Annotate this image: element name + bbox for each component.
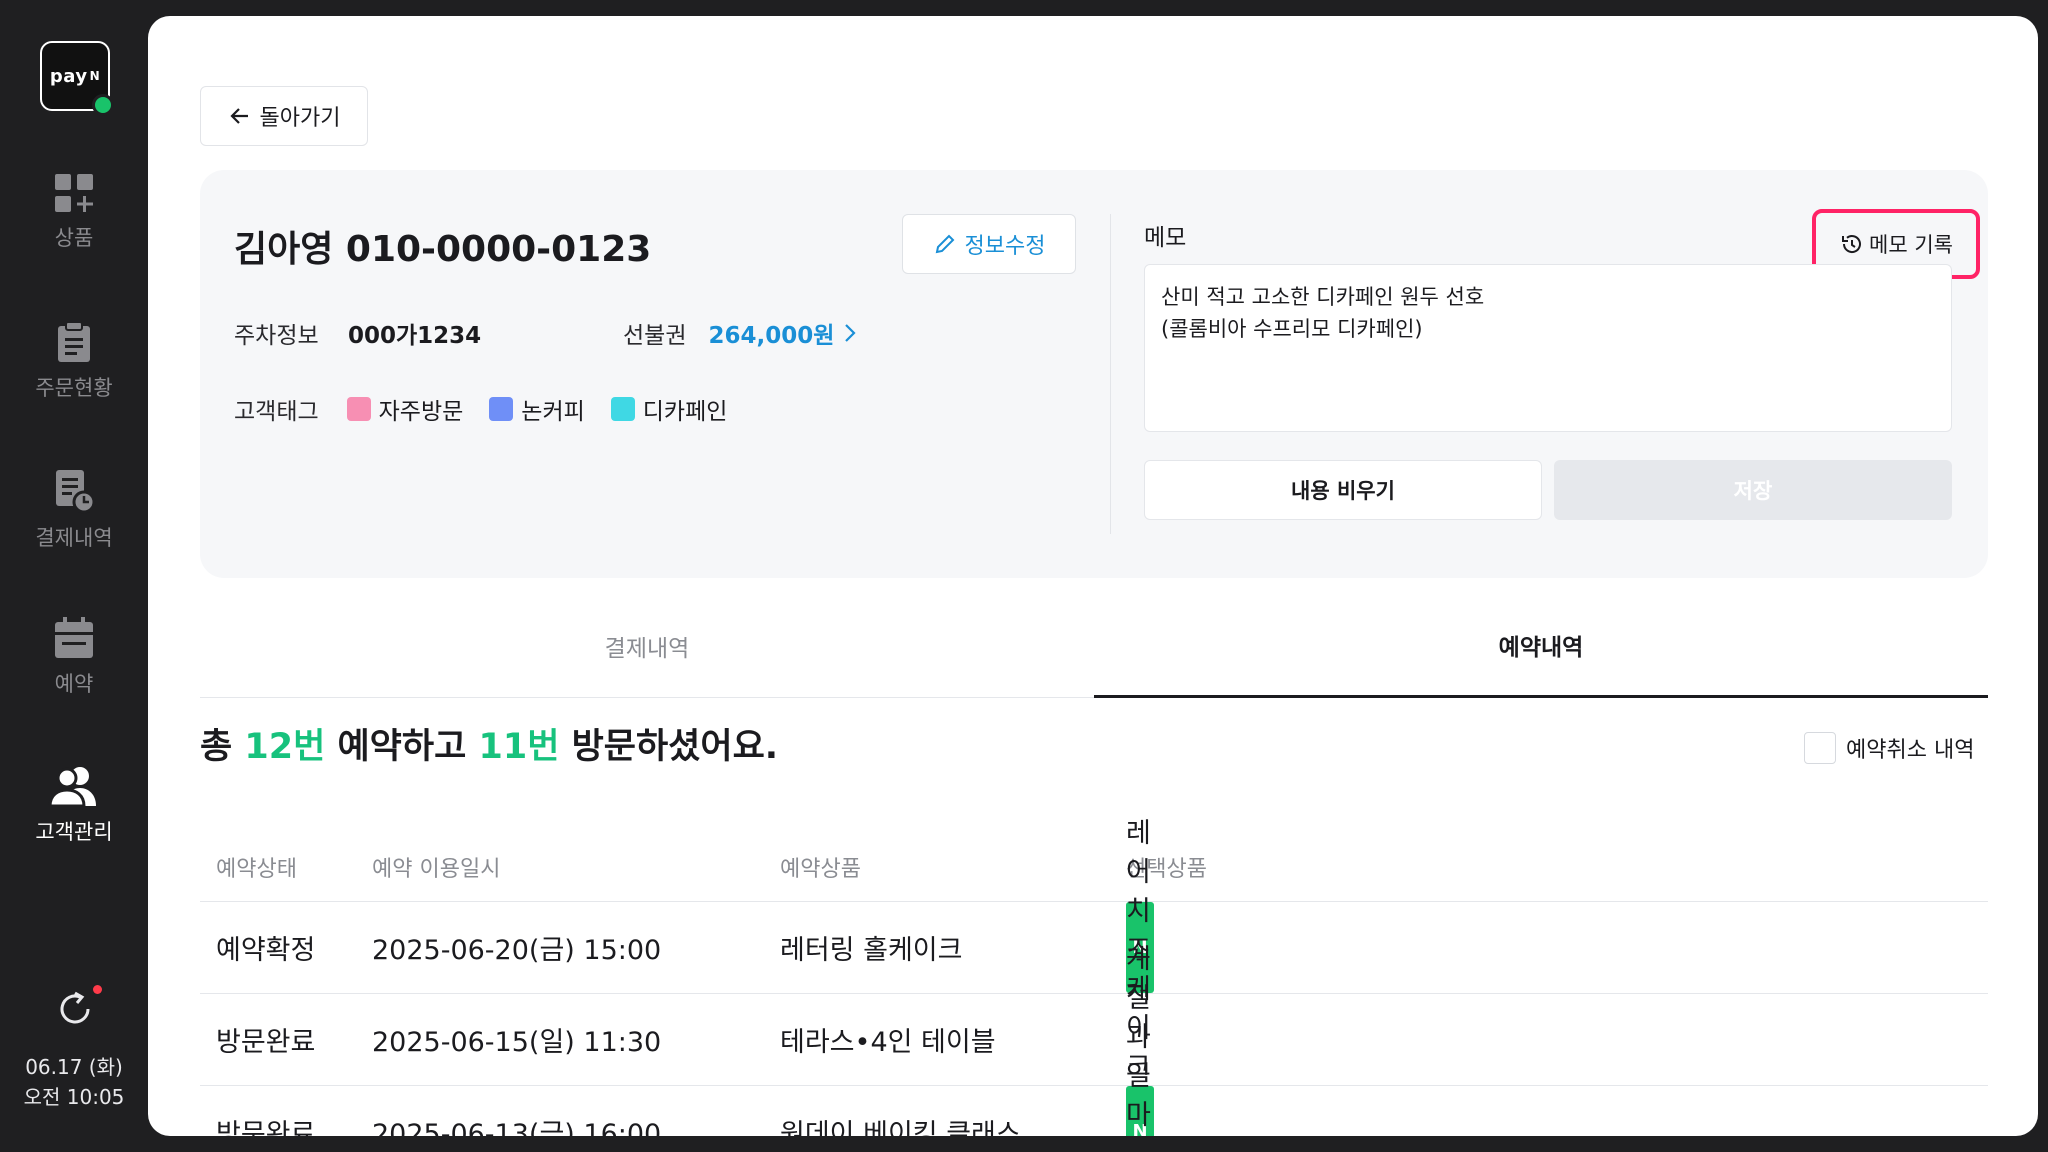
summary-middle: 예약하고 bbox=[337, 727, 467, 767]
reservation-summary: 총 12번 예약하고 11번 방문하셨어요. bbox=[200, 718, 778, 769]
table-row[interactable]: 방문완료 2025-06-13(금) 16:00 원데이 베이킹 클래스 N 계… bbox=[200, 944, 1988, 1136]
tag-label: 자주방문 bbox=[378, 399, 464, 425]
refresh-icon[interactable] bbox=[56, 990, 94, 1028]
row-datetime: 2025-06-13(금) 16:00 bbox=[372, 1119, 662, 1136]
edit-info-label: 정보수정 bbox=[964, 234, 1046, 259]
sidebar-item-label: 예약 bbox=[54, 672, 94, 696]
tag-color-swatch bbox=[346, 397, 371, 421]
chevron-right-icon bbox=[845, 324, 856, 342]
parking-label: 주차정보 bbox=[234, 323, 319, 349]
grid-plus-icon bbox=[55, 174, 93, 212]
tag-item: 자주방문 bbox=[346, 392, 464, 426]
sidebar-item-label: 주문현황 bbox=[35, 376, 113, 400]
voucher-value[interactable]: 264,000원 bbox=[708, 316, 834, 350]
current-datetime: 06.17 (화) 오전 10:05 bbox=[0, 1052, 148, 1112]
users-icon bbox=[48, 767, 96, 808]
memo-title: 메모 bbox=[1144, 225, 1187, 251]
back-button[interactable]: 돌아가기 bbox=[200, 86, 368, 146]
tag-color-swatch bbox=[610, 397, 635, 421]
tags-label: 고객태그 bbox=[234, 399, 319, 425]
row-status: 방문완료 bbox=[216, 1119, 316, 1136]
summary-visit-count: 11번 bbox=[478, 727, 560, 767]
customer-tags: 고객태그 자주방문 논커피 디카페인 bbox=[234, 392, 727, 426]
current-date: 06.17 (화) bbox=[25, 1055, 123, 1079]
row-datetime: 2025-06-15(일) 11:30 bbox=[372, 1027, 662, 1058]
sidebar-item-payments[interactable]: 결제내역 bbox=[0, 468, 148, 552]
column-header: 예약상태 bbox=[216, 856, 297, 882]
cancel-history-label: 예약취소 내역 bbox=[1846, 738, 1975, 763]
tag-item: 논커피 bbox=[489, 392, 585, 426]
sidebar-item-label: 결제내역 bbox=[35, 526, 113, 550]
table-row[interactable]: 방문완료 2025-06-15(일) 11:30 테라스•4인 테이블 bbox=[200, 994, 1988, 1086]
row-product: 테라스•4인 테이블 bbox=[780, 1027, 996, 1058]
parking-info: 주차정보 000가1234 bbox=[234, 316, 481, 350]
cancel-history-toggle[interactable]: 예약취소 내역 bbox=[1804, 732, 1974, 764]
voucher-info[interactable]: 선불권 264,000원 bbox=[623, 316, 858, 350]
voucher-label: 선불권 bbox=[623, 323, 687, 349]
row-datetime: 2025-06-20(금) 15:00 bbox=[372, 935, 662, 966]
customer-name-phone: 김아영 010-0000-0123 bbox=[234, 229, 652, 270]
row-status: 방문완료 bbox=[216, 1027, 316, 1058]
history-icon bbox=[1842, 235, 1862, 253]
row-option-label: 계절과일 마카롱 만들기 bbox=[1126, 944, 1151, 1131]
online-status-dot bbox=[92, 94, 114, 116]
edit-info-button[interactable]: 정보수정 bbox=[902, 214, 1076, 274]
row-status: 예약확정 bbox=[216, 935, 316, 966]
table-row[interactable]: 예약확정 2025-06-20(금) 15:00 레터링 홀케이크 N 레어치즈… bbox=[200, 818, 1988, 1083]
sidebar-item-customers[interactable]: 고객관리 bbox=[0, 764, 148, 846]
sidebar-item-label: 상품 bbox=[54, 226, 94, 250]
tab-reservation-history[interactable]: 예약내역 bbox=[1094, 594, 1988, 698]
logo-text: pay bbox=[49, 65, 88, 87]
summary-prefix: 총 bbox=[200, 727, 233, 767]
arrow-left-icon bbox=[229, 108, 248, 124]
customer-info-card: 김아영 010-0000-0123 정보수정 주차정보 000가1234 선불권… bbox=[200, 170, 1988, 578]
summary-reservation-count: 12번 bbox=[244, 727, 326, 767]
row-product: 레터링 홀케이크 bbox=[780, 935, 963, 966]
clipboard-icon bbox=[58, 321, 90, 362]
memo-history-label: 메모 기록 bbox=[1869, 233, 1953, 257]
table-header: 예약상태 예약 이용일시 예약상품 선택상품 bbox=[200, 832, 1988, 902]
sidebar-item-label: 고객관리 bbox=[35, 820, 113, 844]
memo-textarea[interactable]: 산미 적고 고소한 디카페인 원두 선호 (콜롬비아 수프리모 디카페인) bbox=[1144, 264, 1952, 432]
sidebar-item-products[interactable]: 상품 bbox=[0, 172, 148, 252]
parking-value: 000가1234 bbox=[347, 323, 482, 349]
back-label: 돌아가기 bbox=[259, 106, 341, 131]
clear-memo-button[interactable]: 내용 비우기 bbox=[1144, 460, 1542, 520]
pencil-icon bbox=[935, 234, 954, 254]
update-badge-dot bbox=[93, 985, 102, 994]
sidebar-item-reservations[interactable]: 예약 bbox=[0, 616, 148, 698]
tab-payment-history[interactable]: 결제내역 bbox=[200, 594, 1094, 698]
current-time: 오전 10:05 bbox=[23, 1085, 125, 1109]
summary-suffix: 방문하셨어요. bbox=[571, 727, 779, 767]
logo-text-n: N bbox=[89, 69, 101, 83]
sidebar-item-orders[interactable]: 주문현황 bbox=[0, 320, 148, 402]
card-divider bbox=[1110, 214, 1111, 534]
receipt-clock-icon bbox=[56, 470, 96, 514]
tag-label: 디카페인 bbox=[642, 399, 728, 425]
tag-label: 논커피 bbox=[521, 399, 585, 425]
calendar-icon bbox=[55, 617, 93, 658]
save-memo-button[interactable]: 저장 bbox=[1554, 460, 1952, 520]
tag-color-swatch bbox=[489, 397, 514, 421]
cancel-history-checkbox[interactable] bbox=[1804, 732, 1836, 764]
main-panel: 돌아가기 김아영 010-0000-0123 정보수정 주차정보 000가123… bbox=[148, 16, 2038, 1136]
row-product: 원데이 베이킹 클래스 bbox=[780, 1119, 1021, 1136]
tag-item: 디카페인 bbox=[610, 392, 728, 426]
sidebar: pay N 상품 주문현황 결제내역 예약 고객관리 06.17 (화) 오전 … bbox=[0, 0, 148, 1152]
column-header: 예약상품 bbox=[780, 856, 861, 882]
column-header: 예약 이용일시 bbox=[372, 856, 501, 882]
